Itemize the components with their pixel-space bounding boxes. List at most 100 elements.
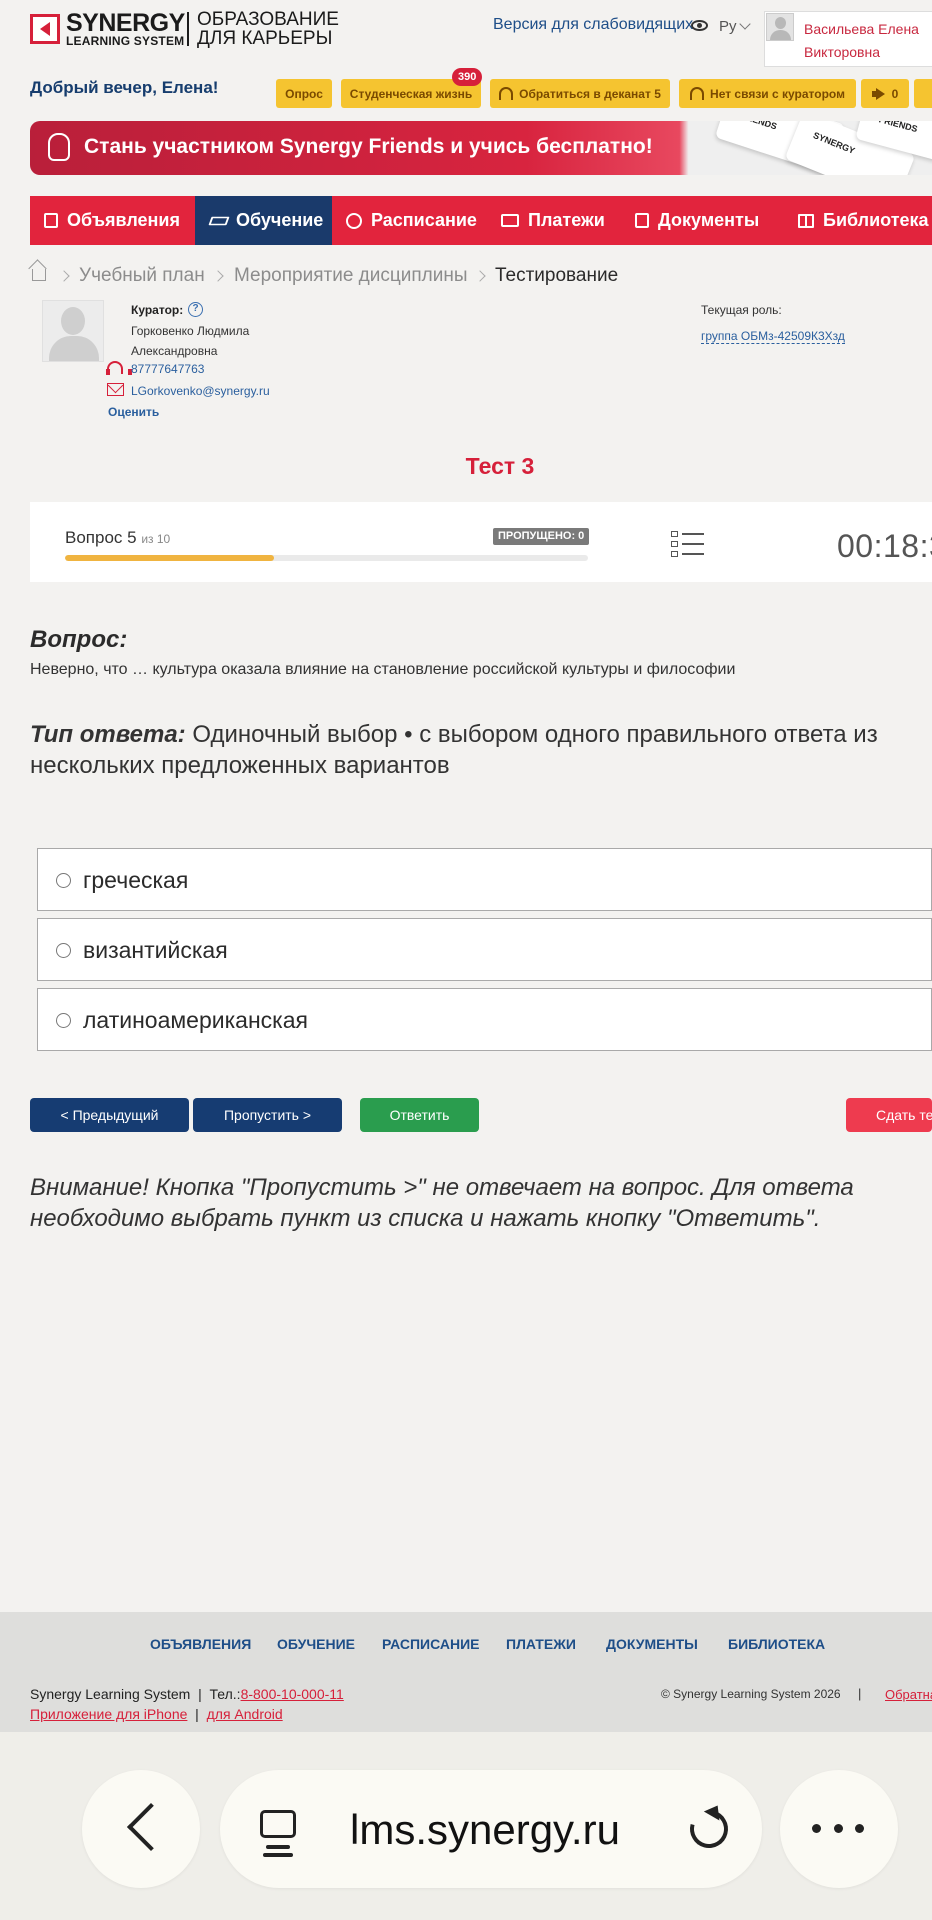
answer-button[interactable]: Ответить	[360, 1098, 479, 1132]
curator-chip[interactable]: Нет связи с куратором	[679, 79, 856, 108]
url-text[interactable]: lms.synergy.ru	[350, 1806, 620, 1854]
iphone-app-link[interactable]: Приложение для iPhone	[30, 1706, 187, 1722]
nav-item-documents[interactable]: Документы	[621, 196, 784, 245]
radio-button[interactable]	[56, 943, 71, 958]
document-icon	[635, 213, 649, 228]
greeting: Добрый вечер, Елена!	[30, 78, 219, 97]
logo-divider	[187, 12, 189, 46]
answer-option-label: византийская	[83, 937, 228, 963]
question-heading: Вопрос:	[30, 626, 128, 653]
curator-phone[interactable]: 87777647763	[131, 362, 204, 376]
avatar[interactable]	[766, 13, 794, 41]
footer-link[interactable]: РАСПИСАНИЕ	[382, 1636, 480, 1652]
nav-item-schedule[interactable]: Расписание	[332, 196, 487, 245]
banner-text[interactable]: Стань участником Synergy Friends и учись…	[84, 135, 653, 159]
answer-option[interactable]: византийская	[37, 918, 932, 981]
notification-badge: 390	[452, 68, 483, 86]
answer-type-label: Тип ответа:	[30, 721, 186, 748]
footer-link[interactable]: ПЛАТЕЖИ	[506, 1636, 576, 1652]
question-counter: Вопрос 5 из 10	[65, 528, 170, 548]
curator-label: Куратор:	[131, 303, 184, 317]
skip-button[interactable]: Пропустить >	[193, 1098, 342, 1132]
breadcrumb-item[interactable]: Учебный план	[79, 265, 205, 287]
question-total: из 10	[141, 532, 171, 546]
role-label: Текущая роль:	[701, 303, 782, 317]
money-icon	[501, 214, 519, 227]
tabs-icon-line	[263, 1853, 293, 1857]
footer-contacts: Synergy Learning System | Тел.:8-800-10-…	[30, 1686, 344, 1702]
footer-company: Synergy Learning System	[30, 1686, 191, 1702]
radio-button[interactable]	[56, 873, 71, 888]
footer-phone-label: Тел.:	[209, 1686, 241, 1702]
curator-email[interactable]: LGorkovenko@synergy.ru	[131, 384, 270, 398]
logo-tagline-line1: ОБРАЗОВАНИЕ	[197, 9, 339, 30]
chevron-right-icon	[212, 270, 224, 282]
breadcrumb-item[interactable]: Мероприятие дисциплины	[234, 265, 468, 287]
curator-chip-label: Нет связи с куратором	[710, 86, 845, 101]
submit-test-button[interactable]: Сдать тест	[846, 1098, 932, 1132]
chevron-right-icon	[474, 270, 486, 282]
curator-name: Горковенко Людмила Александровна	[131, 324, 250, 358]
main-nav: Объявления Обучение Расписание Платежи Д…	[30, 196, 932, 245]
rate-curator-link[interactable]: Оценить	[108, 405, 159, 419]
footer-link[interactable]: ОБЪЯВЛЕНИЯ	[150, 1636, 251, 1652]
question-text: Неверно, что … культура оказала влияние …	[30, 661, 736, 678]
answer-type: Тип ответа: Одиночный выбор • с выбором …	[30, 719, 932, 781]
footer-phone-link[interactable]: 8-800-10-000-11	[241, 1686, 344, 1702]
curator-avatar	[42, 300, 104, 362]
more-dots-icon[interactable]	[812, 1824, 864, 1834]
footer-apps: Приложение для iPhone | для Android	[30, 1706, 283, 1722]
announcements-count: 0	[891, 86, 899, 101]
role-selector[interactable]: группа ОБМз-42509К3Хзд	[701, 329, 845, 344]
survey-chip[interactable]: Опрос	[276, 79, 332, 108]
banner-decoration: FRIENDS SYNERGY FRIENDS	[710, 121, 932, 175]
megaphone-icon	[871, 88, 886, 100]
eye-icon[interactable]	[691, 20, 708, 31]
footer-link[interactable]: ДОКУМЕНТЫ	[606, 1636, 698, 1652]
logo-tagline: ОБРАЗОВАНИЕ ДЛЯ КАРЬЕРЫ	[197, 10, 339, 48]
dean-chip[interactable]: Обратиться в деканат 5	[490, 79, 670, 108]
logo-tagline-line2: ДЛЯ КАРЬЕРЫ	[197, 28, 333, 49]
headset-icon	[499, 87, 514, 100]
android-app-link[interactable]: для Android	[207, 1706, 283, 1722]
nav-item-learning[interactable]: Обучение	[195, 196, 332, 245]
logo-icon[interactable]	[30, 14, 60, 44]
previous-button[interactable]: < Предыдущий	[30, 1098, 189, 1132]
progress-bar-fill	[65, 555, 275, 561]
question-number: Вопрос 5	[65, 528, 137, 547]
headset-icon	[106, 361, 132, 375]
tabs-icon-line	[266, 1845, 290, 1849]
skip-warning: Внимание! Кнопка "Пропустить >" не отвеч…	[30, 1174, 854, 1232]
tabs-icon[interactable]	[260, 1810, 296, 1838]
messages-chip[interactable]	[914, 79, 932, 108]
nav-item-payments[interactable]: Платежи	[487, 196, 621, 245]
radio-button[interactable]	[56, 1013, 71, 1028]
help-icon[interactable]: ?	[188, 302, 203, 317]
accessibility-link[interactable]: Версия для слабовидящих	[493, 16, 693, 34]
tap-hand-icon	[48, 133, 70, 161]
dean-chip-label: Обратиться в деканат 5	[519, 86, 661, 101]
answer-option-label: греческая	[83, 867, 189, 893]
home-icon[interactable]	[32, 269, 46, 281]
logo-sub-text: LEARNING SYSTEM	[66, 34, 185, 48]
footer-link[interactable]: ОБУЧЕНИЕ	[277, 1636, 355, 1652]
headset-icon	[690, 87, 705, 100]
chevron-down-icon[interactable]	[739, 18, 751, 30]
announcements-chip[interactable]: 0	[861, 79, 909, 108]
answer-option[interactable]: греческая	[37, 848, 932, 911]
breadcrumb-current: Тестирование	[495, 265, 619, 286]
book-icon	[798, 213, 814, 228]
footer-separator: |	[858, 1686, 862, 1701]
language-selector[interactable]: Ру	[719, 18, 737, 35]
survey-chip-label: Опрос	[285, 86, 323, 101]
progress-bar	[65, 555, 588, 561]
answer-option[interactable]: латиноамериканская	[37, 988, 932, 1051]
user-name[interactable]: Васильева Елена Викторовна	[804, 18, 924, 64]
nav-item-announcements[interactable]: Объявления	[30, 196, 195, 245]
footer-copyright: © Synergy Learning System 2026	[661, 1687, 841, 1701]
feedback-link[interactable]: Обратная связь	[885, 1687, 932, 1702]
nav-item-library[interactable]: Библиотека	[784, 196, 932, 245]
footer-link[interactable]: БИБЛИОТЕКА	[728, 1636, 825, 1652]
question-list-icon[interactable]	[671, 530, 704, 558]
timer: 00:18:3	[837, 528, 932, 564]
